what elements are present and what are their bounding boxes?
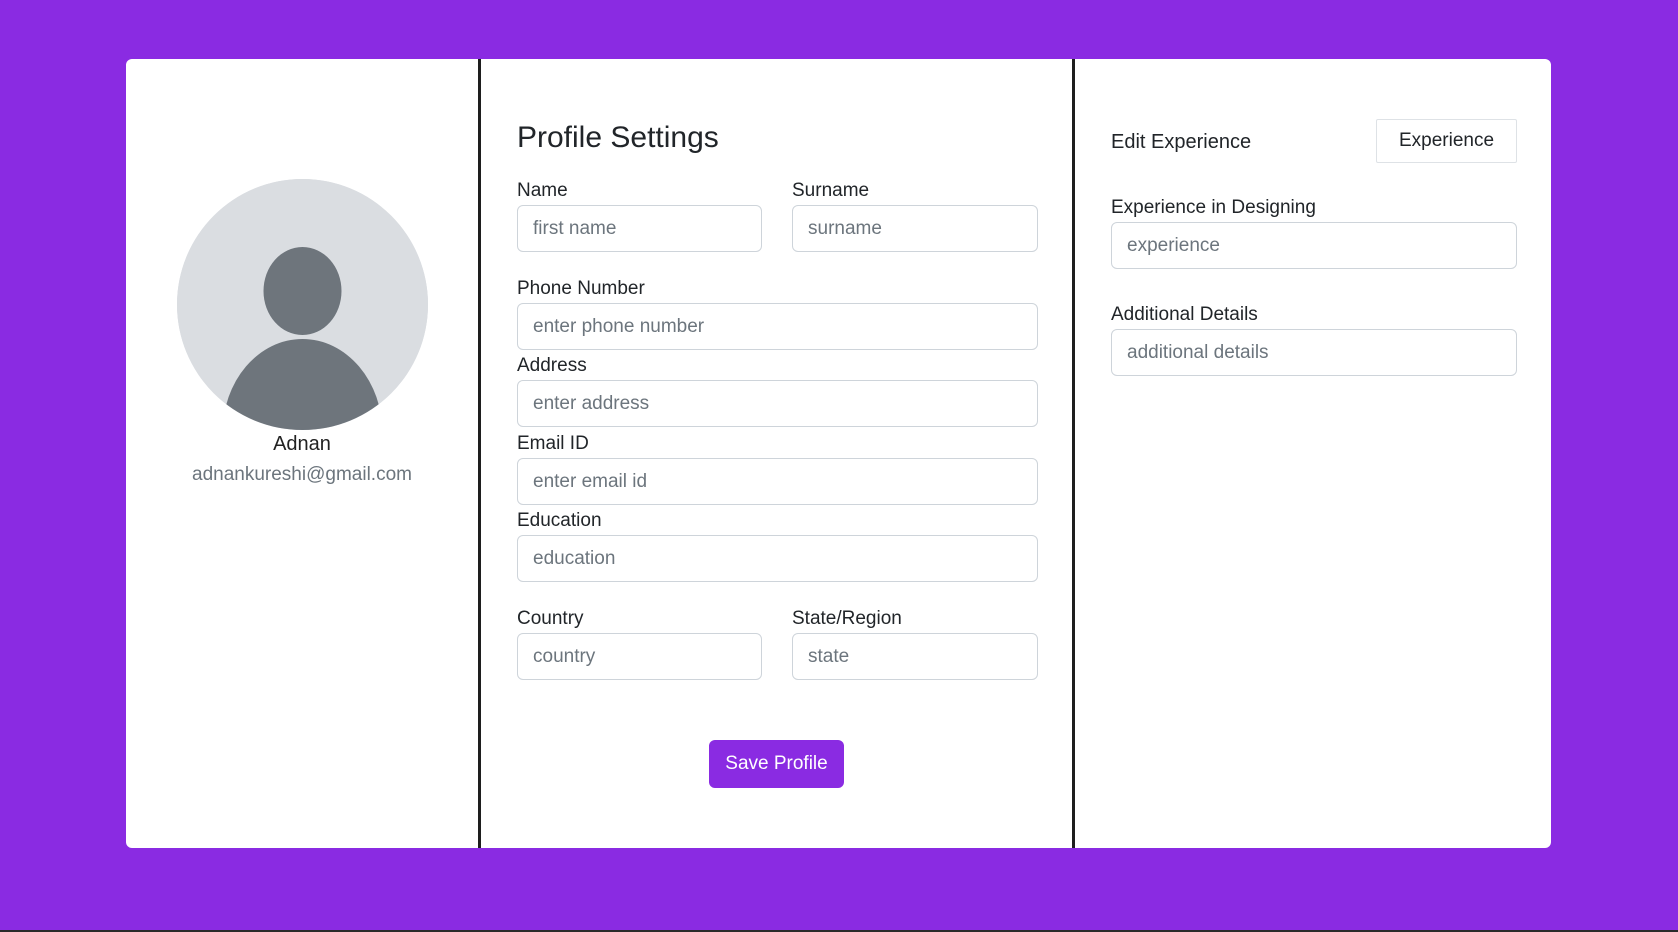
profile-email: adnankureshi@gmail.com xyxy=(192,464,412,485)
profile-settings-panel: Profile Settings Name Surname Phone Numb… xyxy=(481,59,1075,848)
phone-label: Phone Number xyxy=(517,278,645,299)
country-input[interactable] xyxy=(517,633,762,680)
additional-details-input[interactable] xyxy=(1111,329,1517,376)
name-label: Name xyxy=(517,180,568,201)
experience-panel: Edit Experience Experience Experience in… xyxy=(1075,59,1551,848)
address-label: Address xyxy=(517,355,587,376)
email-label: Email ID xyxy=(517,433,589,454)
save-profile-button[interactable]: Save Profile xyxy=(709,740,844,788)
experience-designing-label: Experience in Designing xyxy=(1111,197,1316,218)
surname-input[interactable] xyxy=(792,205,1038,252)
experience-button[interactable]: Experience xyxy=(1376,119,1517,163)
state-input[interactable] xyxy=(792,633,1038,680)
phone-input[interactable] xyxy=(517,303,1038,350)
page-title: Profile Settings xyxy=(517,121,719,154)
address-input[interactable] xyxy=(517,380,1038,427)
email-input[interactable] xyxy=(517,458,1038,505)
edit-experience-heading: Edit Experience xyxy=(1111,131,1252,153)
user-avatar-icon xyxy=(177,179,428,430)
country-label: Country xyxy=(517,608,584,629)
surname-label: Surname xyxy=(792,180,870,201)
additional-details-label: Additional Details xyxy=(1111,304,1258,325)
profile-summary-panel: Adnan adnankureshi@gmail.com xyxy=(126,59,481,848)
education-input[interactable] xyxy=(517,535,1038,582)
first-name-input[interactable] xyxy=(517,205,762,252)
education-label: Education xyxy=(517,510,602,531)
page-background: Adnan adnankureshi@gmail.com Profile Set… xyxy=(0,0,1678,932)
state-label: State/Region xyxy=(792,608,902,629)
experience-input[interactable] xyxy=(1111,222,1517,269)
profile-name: Adnan xyxy=(273,433,331,455)
profile-card: Adnan adnankureshi@gmail.com Profile Set… xyxy=(126,59,1551,848)
